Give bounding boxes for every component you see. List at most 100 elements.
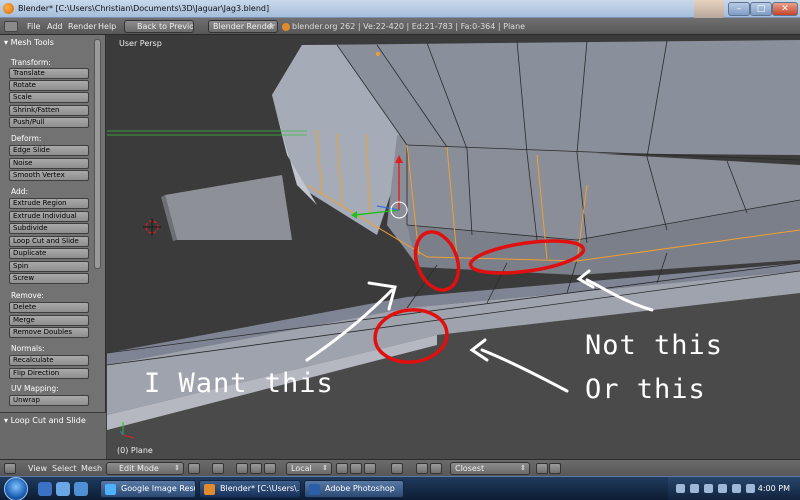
back-to-previous-button[interactable]: Back to Previous [124,20,194,33]
task-blender[interactable]: Blender* [C:\Users\... [199,480,301,498]
task-label: Google Image Resul... [121,484,195,493]
loop-cut-slide-panel-header[interactable]: ▾ Loop Cut and Slide [4,416,86,425]
maximize-button[interactable]: □ [750,2,772,16]
section-transform: Transform: [11,58,51,67]
manipulator-icon[interactable] [236,463,248,474]
shading-icon[interactable] [188,463,200,474]
subdivide-button[interactable]: Subdivide [9,223,89,234]
browser-icon[interactable] [74,482,88,496]
chevron-down-icon: ⇕ [520,464,526,472]
edge-select-icon[interactable] [350,463,362,474]
start-button[interactable] [4,477,28,500]
user-avatar [694,0,724,18]
editor-type-icon[interactable] [4,21,18,32]
tray-app-icon-3[interactable] [746,484,755,493]
loop-cut-slide-button[interactable]: Loop Cut and Slide [9,236,89,247]
operator-panel: ▾ Loop Cut and Slide [0,412,106,459]
close-button[interactable]: ✕ [772,2,798,16]
view-label: User Persp [119,39,162,48]
chevron-down-icon: ⇕ [174,464,180,472]
annotation-want-this: I Want this [144,368,334,399]
network-icon[interactable] [704,484,713,493]
system-tray: 4:00 PM [668,477,800,500]
tray-app-icon[interactable] [690,484,699,493]
mesh-tools-header[interactable]: ▾ Mesh Tools [4,38,54,47]
browser-icon [105,484,116,495]
task-photoshop[interactable]: Adobe Photoshop [304,480,404,498]
chevron-down-icon: ⇕ [268,22,274,30]
object-origin [376,52,380,56]
back-to-previous-label: Back to Previous [137,22,194,31]
unwrap-button[interactable]: Unwrap [9,395,89,406]
delete-button[interactable]: Delete [9,302,89,313]
push-pull-button[interactable]: Push/Pull [9,117,89,128]
snap-toggle-icon[interactable] [416,463,428,474]
screw-button[interactable]: Screw [9,273,89,284]
tool-shelf-scrollbar[interactable] [94,39,101,269]
snap-element-icon[interactable] [430,463,442,474]
section-remove: Remove: [11,291,44,300]
menu-help[interactable]: Help [98,22,116,31]
smooth-vertex-button[interactable]: Smooth Vertex [9,170,89,181]
annotation-not-this: Not this [585,330,724,361]
vertex-select-icon[interactable] [336,463,348,474]
window-title-bar: Blender* [C:\Users\Christian\Documents\3… [0,0,800,18]
flip-direction-button[interactable]: Flip Direction [9,368,89,379]
duplicate-button[interactable]: Duplicate [9,248,89,259]
tool-shelf: ▾ Mesh Tools Transform: Translate Rotate… [0,35,106,459]
blender-icon [204,484,215,495]
noise-button[interactable]: Noise [9,158,89,169]
menu-file[interactable]: File [27,22,40,31]
snap-target-value: Closest [455,464,485,473]
3d-viewport[interactable]: User Persp (0) Plane I Want this Not thi… [107,35,800,459]
pivot-icon[interactable] [212,463,224,474]
tray-arrow-icon[interactable] [676,484,685,493]
menu-view[interactable]: View [28,464,47,473]
system-clock[interactable]: 4:00 PM [758,484,790,493]
section-uv-mapping: UV Mapping: [11,384,59,393]
tray-app-icon-2[interactable] [732,484,741,493]
shrink-fatten-button[interactable]: Shrink/Fatten [9,105,89,116]
show-desktop-icon[interactable] [38,482,52,496]
orientation-value: Local [291,464,312,473]
viewport-header: View Select Mesh Edit Mode ⇕ Local ⇕ Clo… [0,459,800,476]
switch-windows-icon[interactable] [56,482,70,496]
extrude-individual-button[interactable]: Extrude Individual [9,211,89,222]
photoshop-icon [309,484,320,495]
menu-mesh[interactable]: Mesh [81,464,102,473]
extrude-region-button[interactable]: Extrude Region [9,198,89,209]
face-select-icon[interactable] [364,463,376,474]
minimize-button[interactable]: – [728,2,750,16]
section-deform: Deform: [11,134,42,143]
blender-logo-icon [282,23,290,31]
spin-button[interactable]: Spin [9,261,89,272]
snap-target-dropdown[interactable]: Closest ⇕ [450,462,530,475]
menu-add[interactable]: Add [47,22,63,31]
task-google-images[interactable]: Google Image Resul... [100,480,196,498]
scale-button[interactable]: Scale [9,92,89,103]
annotation-or-this: Or this [585,374,706,405]
menu-select[interactable]: Select [52,464,77,473]
mode-dropdown[interactable]: Edit Mode ⇕ [106,462,184,475]
edge-slide-button[interactable]: Edge Slide [9,145,89,156]
section-normals: Normals: [11,344,45,353]
orientation-dropdown[interactable]: Local ⇕ [286,462,332,475]
rotate-button[interactable]: Rotate [9,80,89,91]
chevron-down-icon: ⇕ [322,464,328,472]
opengl-render-icon[interactable] [549,463,561,474]
rotate-manip-icon[interactable] [264,463,276,474]
volume-icon[interactable] [718,484,727,493]
render-preview-icon[interactable] [536,463,548,474]
editor-type-icon[interactable] [4,463,16,474]
remove-doubles-button[interactable]: Remove Doubles [9,327,89,338]
merge-button[interactable]: Merge [9,315,89,326]
windows-taskbar: Google Image Resul... Blender* [C:\Users… [0,476,800,500]
translate-manip-icon[interactable] [250,463,262,474]
proportional-edit-icon[interactable] [391,463,403,474]
render-engine-dropdown[interactable]: Blender Render ⇕ [208,20,278,33]
translate-button[interactable]: Translate [9,68,89,79]
task-label: Blender* [C:\Users\... [220,484,301,493]
window-title: Blender* [C:\Users\Christian\Documents\3… [18,4,270,13]
menu-render[interactable]: Render [68,22,96,31]
recalculate-button[interactable]: Recalculate [9,355,89,366]
